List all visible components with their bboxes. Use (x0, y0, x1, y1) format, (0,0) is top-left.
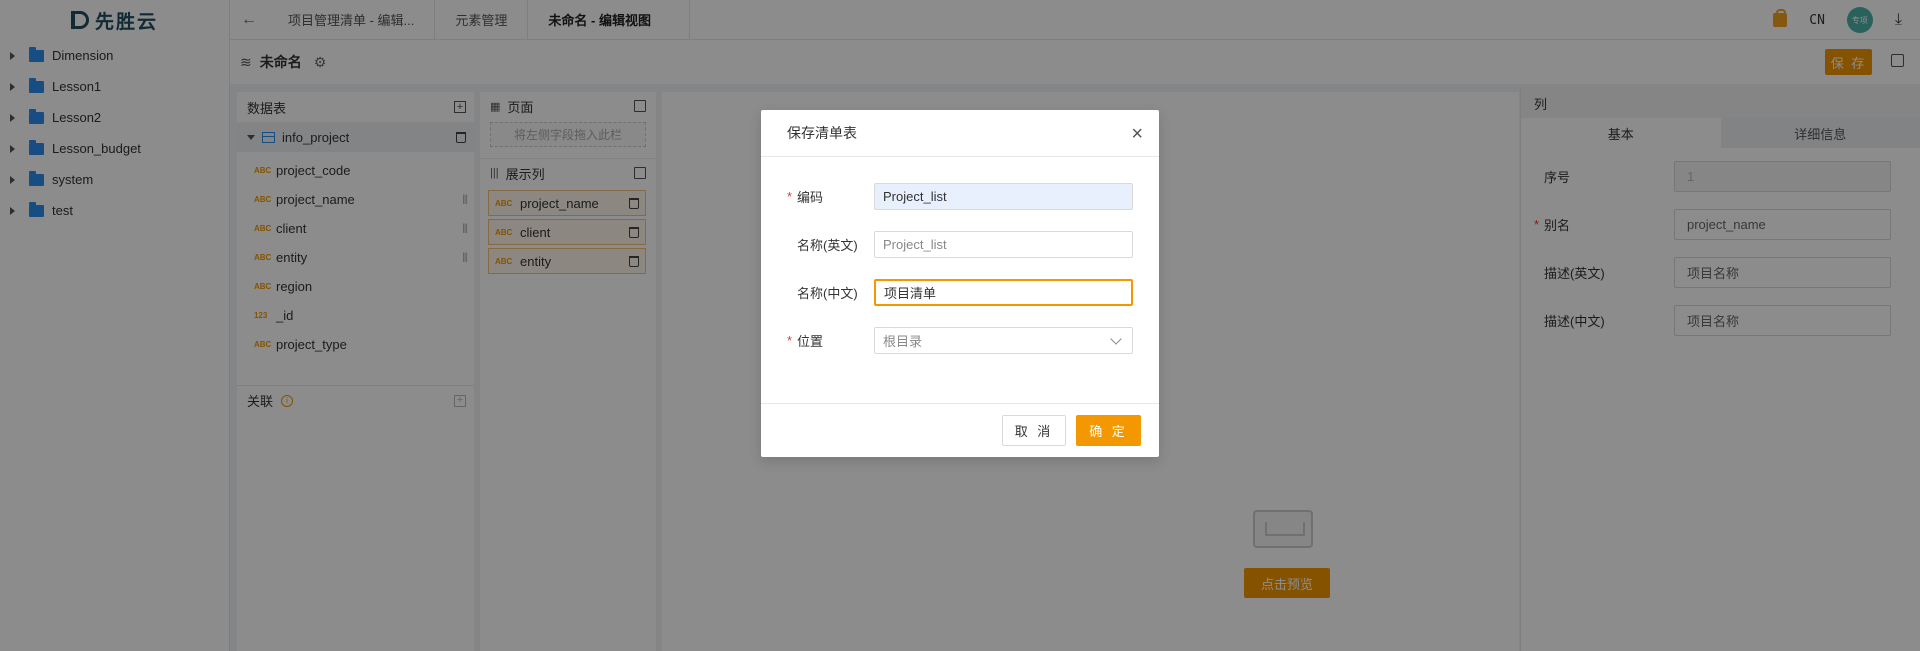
form-row-location: * 位置 根目录 (761, 326, 1159, 354)
required-mark: * (787, 188, 793, 204)
dialog-footer: 取 消 确 定 (761, 403, 1159, 457)
name-en-input[interactable]: Project_list (874, 230, 1133, 258)
dialog-title: 保存清单表 (787, 125, 857, 141)
name-cn-input[interactable]: 项目清单 (874, 278, 1133, 306)
cancel-button[interactable]: 取 消 (1002, 415, 1066, 446)
form-row-name-cn: 名称(中文) 项目清单 (761, 278, 1159, 306)
confirm-button[interactable]: 确 定 (1076, 415, 1141, 446)
form-row-name-en: 名称(英文) Project_list (761, 230, 1159, 258)
location-select[interactable]: 根目录 (874, 326, 1133, 354)
dialog-header: 保存清单表 × (761, 110, 1159, 157)
code-input[interactable]: Project_list (874, 182, 1133, 210)
close-icon[interactable]: × (1131, 124, 1143, 144)
chevron-down-icon[interactable] (1110, 332, 1122, 345)
save-list-dialog: 保存清单表 × * 编码 Project_list 名称(英文) Project… (761, 110, 1159, 457)
required-mark: * (787, 332, 793, 348)
name-cn-label: 名称(中文) (797, 285, 858, 301)
location-label: 位置 (797, 333, 824, 349)
form-row-code: * 编码 Project_list (761, 182, 1159, 210)
code-label: 编码 (797, 189, 824, 205)
name-en-label: 名称(英文) (797, 237, 858, 253)
location-value: 根目录 (883, 333, 923, 349)
